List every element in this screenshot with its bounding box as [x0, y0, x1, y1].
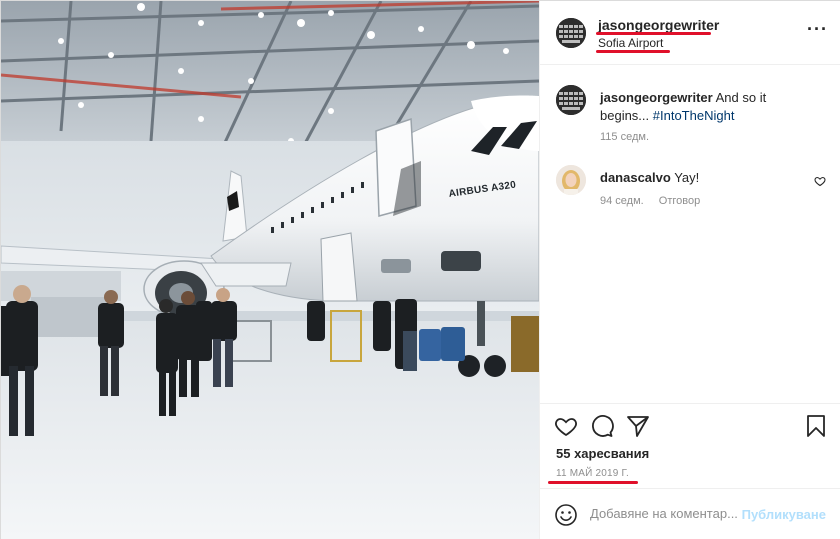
emoji-icon[interactable] [554, 503, 578, 527]
avatar[interactable] [556, 18, 586, 48]
keyboard-avatar-icon [556, 85, 586, 115]
post-date[interactable]: 11 МАЙ 2019 Г. [556, 468, 629, 479]
caption-comment: jasongeorgewriter And so it begins... #I… [556, 85, 826, 145]
comment-meta: 94 седм. Отговор [600, 195, 700, 207]
caption-username[interactable]: jasongeorgewriter [600, 90, 713, 105]
post-dialog: AIRBUS A320 jasongeorgewriter Sofia Airp… [0, 0, 840, 539]
post-side-panel: jasongeorgewriter Sofia Airport ··· jaso… [539, 1, 840, 539]
comment-icon[interactable] [590, 414, 614, 438]
annotation-underline [596, 32, 711, 35]
post-header: jasongeorgewriter Sofia Airport ··· [540, 1, 840, 65]
post-photo[interactable]: AIRBUS A320 [1, 1, 539, 539]
comment-text: Yay! [674, 170, 700, 185]
likes-count[interactable]: 55 харесвания [556, 446, 649, 461]
keyboard-avatar-icon [556, 18, 586, 48]
heart-icon[interactable] [554, 414, 578, 438]
post-actions: 55 харесвания 11 МАЙ 2019 Г. [540, 403, 840, 497]
paper-plane-icon[interactable] [626, 414, 650, 438]
post-location[interactable]: Sofia Airport [598, 36, 663, 50]
reply-button[interactable]: Отговор [659, 195, 700, 207]
list-item: danascalvo Yay! 94 седм. Отговор [556, 165, 826, 211]
publish-button[interactable]: Публикуване [742, 507, 826, 522]
caption-text-block: jasongeorgewriter And so it begins... #I… [600, 89, 815, 125]
caption-meta: 115 седм. [600, 131, 649, 143]
bookmark-icon[interactable] [804, 414, 828, 438]
comment-age[interactable]: 94 седм. [600, 195, 644, 207]
hashtag-link[interactable]: #IntoTheNight [653, 108, 735, 123]
comment-text-block: danascalvo Yay! [600, 169, 815, 187]
comments-list: jasongeorgewriter And so it begins... #I… [540, 65, 840, 403]
comment-input[interactable] [590, 506, 740, 521]
avatar[interactable] [556, 165, 586, 195]
more-horizontal-icon[interactable]: ··· [807, 20, 828, 38]
annotation-underline [548, 481, 638, 484]
hangar-airplane-image [1, 1, 539, 539]
annotation-underline [596, 50, 670, 53]
add-comment-bar: Публикуване [540, 488, 840, 539]
caption-age[interactable]: 115 седм. [600, 131, 649, 143]
profile-photo-icon [556, 165, 586, 195]
comment-username[interactable]: danascalvo [600, 170, 671, 185]
post-author-username[interactable]: jasongeorgewriter [598, 17, 719, 33]
avatar[interactable] [556, 85, 586, 115]
heart-icon[interactable] [814, 175, 826, 187]
